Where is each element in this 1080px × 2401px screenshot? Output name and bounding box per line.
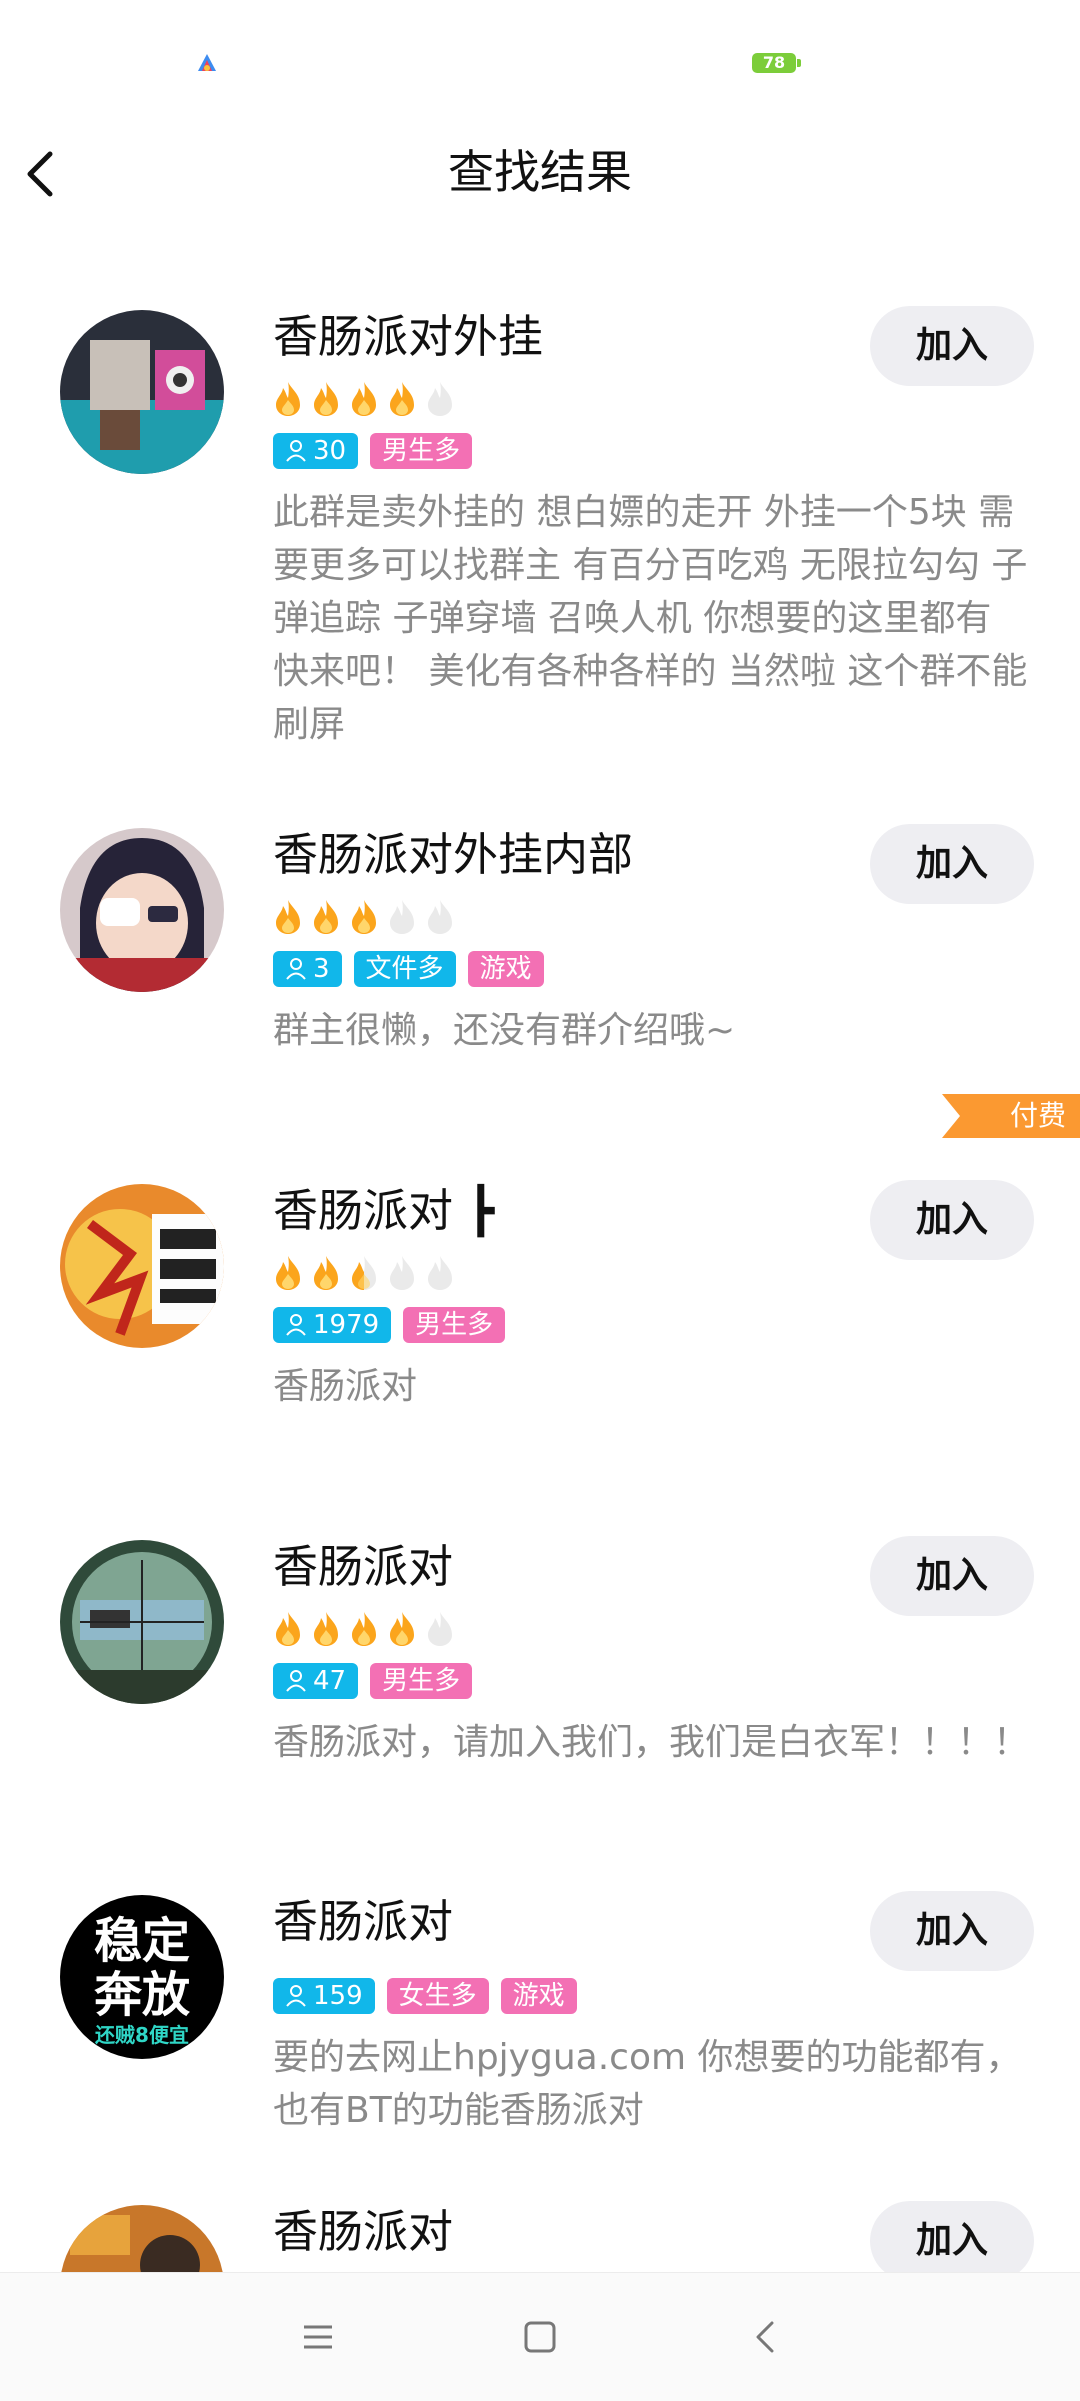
group-name: 香肠派对外挂内部 (273, 828, 634, 881)
join-button[interactable]: 加入 (870, 1536, 1034, 1616)
fire-icon (428, 1256, 452, 1290)
group-tags: 30 男生多 (273, 433, 473, 469)
group-tags: 159 女生多 游戏 (273, 1978, 577, 2014)
fire-icon (276, 1612, 300, 1646)
join-button[interactable]: 加入 (870, 824, 1034, 904)
activity-rating (272, 380, 456, 418)
person-icon (286, 1985, 306, 2007)
header: 查找结果 (0, 120, 1080, 230)
avatar-text-line-3: 还贼8便宜 (95, 2023, 189, 2047)
person-icon (286, 440, 306, 462)
group-name: 香肠派对外挂 (273, 310, 544, 363)
person-icon (286, 958, 306, 980)
game-tag: 游戏 (500, 1978, 577, 2014)
group-description: 群主很懒，还没有群介绍哦~ (273, 1010, 736, 1051)
fire-icon (428, 382, 452, 416)
home-icon[interactable] (520, 2317, 560, 2357)
group-avatar (60, 1540, 224, 1704)
person-icon (286, 1670, 306, 1692)
avatar-text-line-1: 稳定 (93, 1913, 190, 1969)
fire-icon (352, 1256, 376, 1290)
fire-icon (428, 1612, 452, 1646)
fire-icon (276, 1256, 300, 1290)
fire-icon (352, 1612, 376, 1646)
group-description: 要的去网止hpjygua.com 你想要的功能都有，也有BT的功能香肠派对 (273, 2037, 1022, 2131)
gender-tag: 男生多 (370, 433, 473, 469)
page-title: 查找结果 (448, 145, 632, 199)
menu-icon[interactable] (298, 2317, 338, 2357)
member-count-tag: 30 (273, 433, 359, 469)
game-tag: 游戏 (467, 951, 544, 987)
gender-tag: 男生多 (370, 1663, 473, 1699)
join-button[interactable]: 加入 (870, 1180, 1034, 1260)
system-navigation-bar (0, 2272, 1080, 2401)
fire-icon (314, 382, 338, 416)
group-avatar (60, 1184, 224, 1348)
fire-icon (352, 382, 376, 416)
fire-icon (314, 1612, 338, 1646)
gender-tag: 女生多 (386, 1978, 489, 2014)
fire-icon (390, 382, 414, 416)
gender-tag: 男生多 (403, 1307, 506, 1343)
fire-icon (390, 1612, 414, 1646)
group-name: 香肠派对 (273, 1540, 454, 1593)
back-icon[interactable] (746, 2317, 786, 2357)
member-count-tag: 159 (273, 1978, 375, 2014)
fire-icon (390, 1256, 414, 1290)
group-name: 香肠派对 (273, 1895, 454, 1948)
group-tags: 1979 男生多 (273, 1307, 506, 1343)
group-avatar: 稳定 奔放 还贼8便宜 (60, 1895, 224, 2059)
group-description: 香肠派对，请加入我们，我们是白衣军！！！！ (273, 1722, 1030, 1763)
files-tag: 文件多 (353, 951, 456, 987)
activity-rating (272, 1610, 456, 1648)
member-count-tag: 47 (273, 1663, 359, 1699)
battery-indicator: 78 (752, 53, 801, 73)
activity-rating (272, 898, 456, 936)
fire-icon (276, 900, 300, 934)
group-name: 香肠派对 (273, 2205, 454, 2258)
avatar-text-line-2: 奔放 (93, 1967, 190, 2023)
group-avatar (60, 310, 224, 474)
member-count-tag: 3 (273, 951, 342, 987)
group-description: 此群是卖外挂的 想白嫖的走开 外挂一个5块 需要更多可以找群主 有百分百吃鸡 无… (273, 492, 1028, 745)
group-description: 香肠派对 (273, 1366, 418, 1407)
app-notification-icon (198, 54, 216, 71)
status-bar: 78 (0, 0, 1080, 120)
group-avatar (60, 2205, 224, 2272)
group-avatar (60, 828, 224, 992)
join-button[interactable]: 加入 (870, 2201, 1034, 2272)
fire-icon (428, 900, 452, 934)
activity-rating (272, 1254, 456, 1292)
join-button[interactable]: 加入 (870, 1891, 1034, 1971)
group-name: 香肠派对 ┣ (273, 1184, 495, 1237)
fire-icon (314, 1256, 338, 1290)
join-button[interactable]: 加入 (870, 306, 1034, 386)
fire-icon (390, 900, 414, 934)
fire-icon (276, 382, 300, 416)
person-icon (286, 1314, 306, 1336)
group-tags: 47 男生多 (273, 1663, 473, 1699)
paid-badge: 付费 (942, 1094, 1080, 1138)
search-results-list[interactable]: 香肠派对外挂 30 男生多 此群是卖外挂的 想白嫖的走开 外挂一个5块 需要更多… (0, 230, 1080, 2272)
fire-icon (314, 900, 338, 934)
member-count-tag: 1979 (273, 1307, 392, 1343)
group-tags: 3 文件多 游戏 (273, 951, 544, 987)
fire-icon (352, 900, 376, 934)
